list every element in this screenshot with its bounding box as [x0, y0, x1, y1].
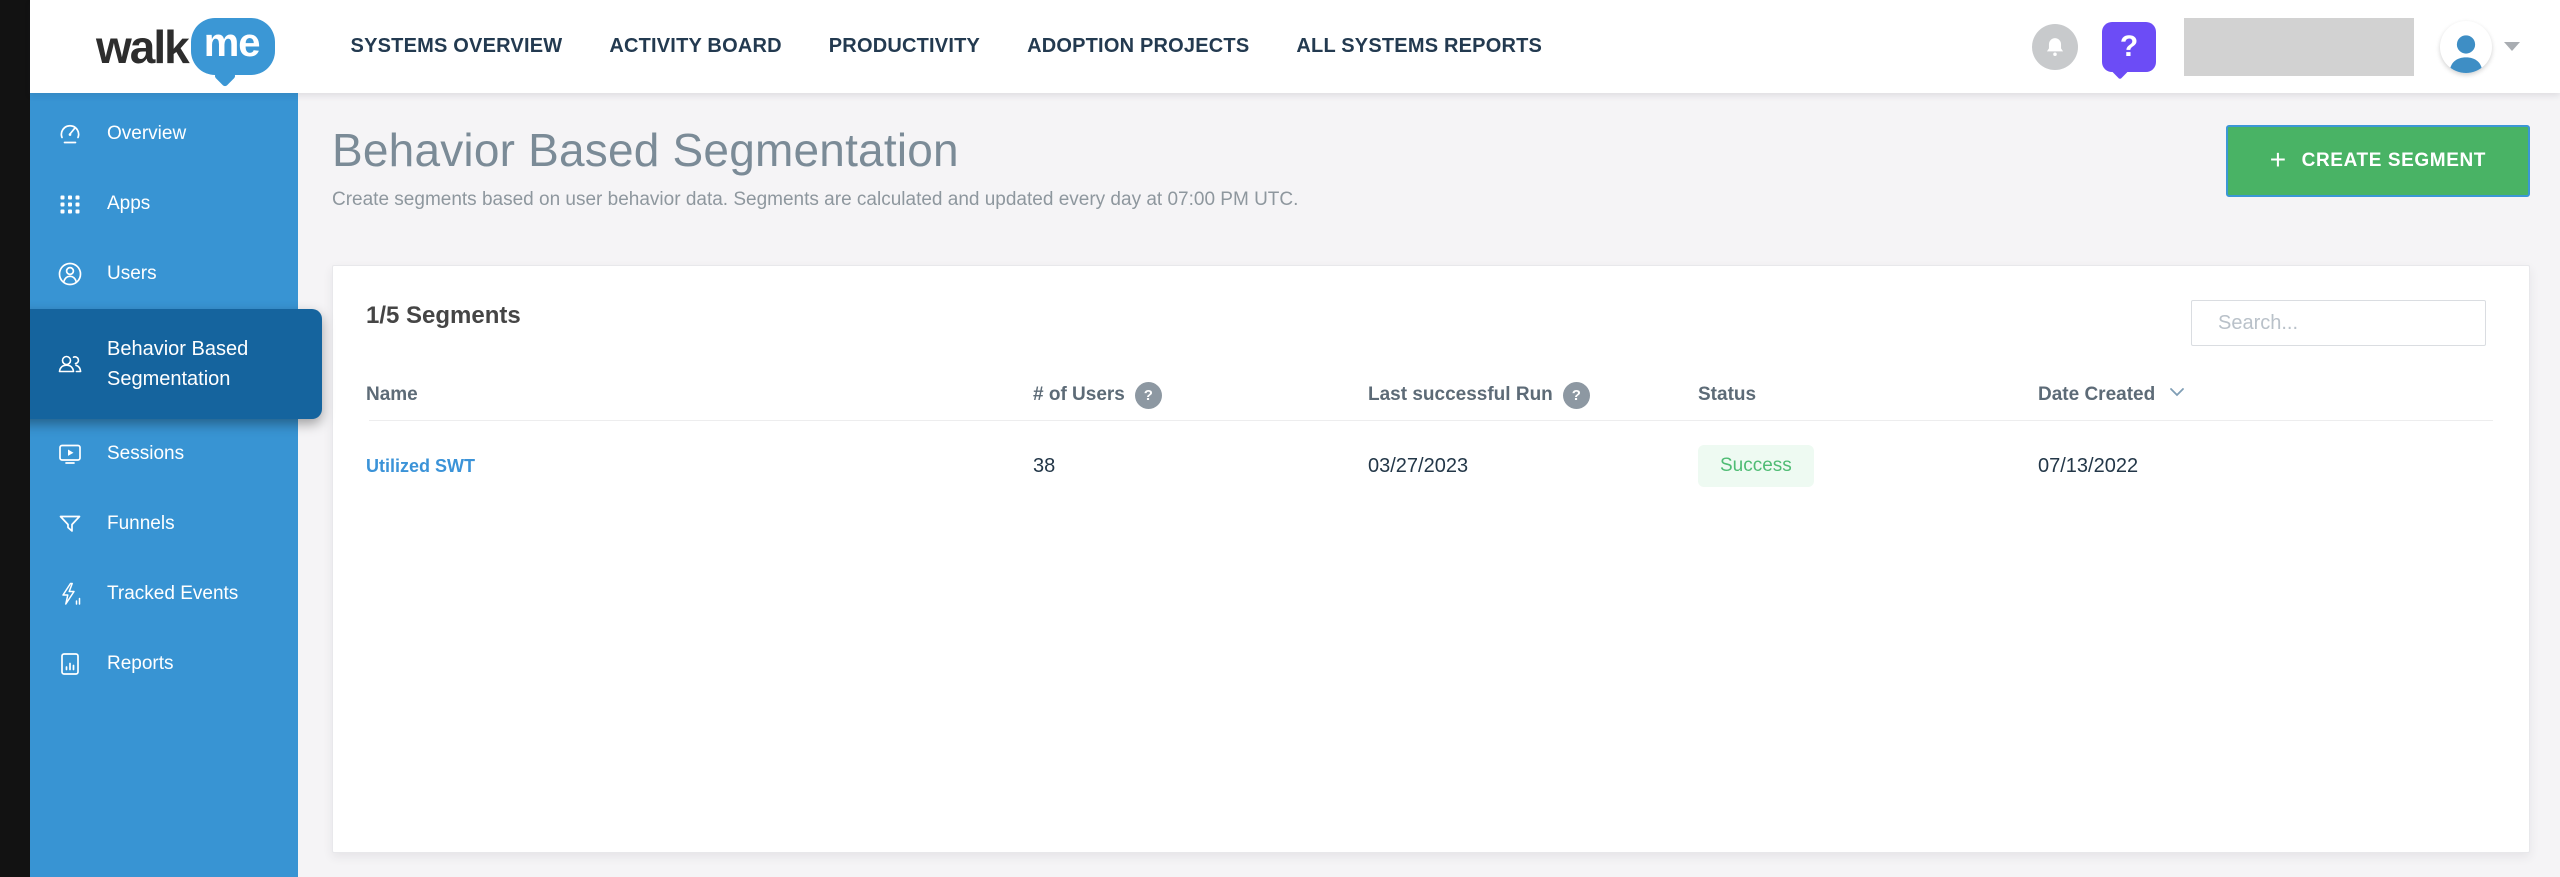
account-menu-caret-icon[interactable]	[2504, 42, 2520, 51]
last-run-help-icon[interactable]: ?	[1563, 382, 1590, 409]
user-avatar[interactable]	[2440, 21, 2492, 73]
search-box[interactable]	[2191, 300, 2486, 346]
top-nav: SYSTEMS OVERVIEW ACTIVITY BOARD PRODUCTI…	[351, 35, 1543, 58]
nav-productivity[interactable]: PRODUCTIVITY	[829, 35, 980, 58]
question-mark-icon: ?	[2120, 30, 2138, 64]
person-silhouette-icon	[2443, 29, 2489, 73]
walkme-logo[interactable]: walk me	[96, 18, 275, 75]
people-icon	[56, 350, 84, 378]
bell-icon	[2042, 34, 2068, 60]
sidebar-item-apps[interactable]: Apps	[30, 169, 298, 239]
sidebar-item-label: Behavior Based Segmentation	[107, 334, 322, 394]
top-header: walk me SYSTEMS OVERVIEW ACTIVITY BOARD …	[30, 0, 2560, 93]
sort-chevron-icon[interactable]	[2169, 387, 2185, 397]
segment-date-created: 07/13/2022	[2038, 455, 2493, 478]
sidebar-item-label: Overview	[107, 123, 186, 145]
nav-activity-board[interactable]: ACTIVITY BOARD	[609, 35, 781, 58]
sidebar-item-tracked-events[interactable]: Tracked Events	[30, 559, 298, 629]
status-badge: Success	[1698, 445, 1814, 487]
nav-adoption-projects[interactable]: ADOPTION PROJECTS	[1027, 35, 1249, 58]
monitor-play-icon	[56, 440, 84, 468]
column-header-name: Name	[366, 384, 1033, 406]
sidebar: Overview Apps Users Behavior Based Segme…	[30, 93, 298, 877]
sidebar-item-label: Sessions	[107, 443, 184, 465]
sidebar-item-funnels[interactable]: Funnels	[30, 489, 298, 559]
funnel-icon	[56, 510, 84, 538]
sidebar-item-overview[interactable]: Overview	[30, 99, 298, 169]
plus-icon: +	[2270, 144, 2287, 176]
sidebar-item-label: Apps	[107, 193, 150, 215]
sidebar-item-behavior-based-segmentation[interactable]: Behavior Based Segmentation	[4, 309, 322, 419]
sidebar-item-label: Funnels	[107, 513, 175, 535]
segment-name-link[interactable]: Utilized SWT	[366, 456, 475, 476]
nav-all-systems-reports[interactable]: ALL SYSTEMS REPORTS	[1296, 35, 1542, 58]
table-header-row: Name # of Users ? Last successful Run ? …	[333, 370, 2529, 420]
column-header-users: # of Users ?	[1033, 382, 1368, 409]
logo-me-bubble: me	[191, 18, 275, 75]
logo-walk-text: walk	[96, 20, 188, 74]
main-content: Behavior Based Segmentation Create segme…	[298, 93, 2560, 877]
create-segment-label: CREATE SEGMENT	[2302, 150, 2486, 172]
users-help-icon[interactable]: ?	[1135, 382, 1162, 409]
sidebar-item-label: Tracked Events	[107, 583, 238, 605]
notifications-bell-button[interactable]	[2032, 24, 2078, 70]
report-doc-icon	[56, 650, 84, 678]
segments-card: 1/5 Segments Name # of Users ? Last succ…	[332, 265, 2530, 853]
user-circle-icon	[56, 260, 84, 288]
left-black-strip	[0, 0, 30, 877]
sidebar-item-label: Users	[107, 263, 157, 285]
apps-grid-icon	[56, 190, 84, 218]
segments-table: Name # of Users ? Last successful Run ? …	[333, 370, 2529, 511]
nav-systems-overview[interactable]: SYSTEMS OVERVIEW	[351, 35, 563, 58]
lightning-icon	[56, 580, 84, 608]
page-subtitle: Create segments based on user behavior d…	[332, 189, 2530, 211]
gauge-icon	[56, 120, 84, 148]
segment-users-count: 38	[1033, 455, 1368, 478]
table-row[interactable]: Utilized SWT 38 03/27/2023 Success 07/13…	[333, 421, 2529, 511]
column-header-date-created[interactable]: Date Created	[2038, 384, 2493, 406]
header-right-controls: ?	[2032, 18, 2520, 76]
search-input[interactable]	[2218, 312, 2483, 335]
column-header-last-run: Last successful Run ?	[1368, 382, 1698, 409]
segment-last-run: 03/27/2023	[1368, 455, 1698, 478]
page-title: Behavior Based Segmentation	[332, 123, 2530, 177]
sidebar-item-users[interactable]: Users	[30, 239, 298, 309]
sidebar-item-label: Reports	[107, 653, 174, 675]
create-segment-button[interactable]: + CREATE SEGMENT	[2226, 125, 2530, 197]
sidebar-item-sessions[interactable]: Sessions	[30, 419, 298, 489]
help-button[interactable]: ?	[2102, 22, 2156, 72]
page-head: Behavior Based Segmentation Create segme…	[298, 93, 2560, 211]
account-name-redacted	[2184, 18, 2414, 76]
sidebar-item-reports[interactable]: Reports	[30, 629, 298, 699]
column-header-status: Status	[1698, 384, 2038, 406]
